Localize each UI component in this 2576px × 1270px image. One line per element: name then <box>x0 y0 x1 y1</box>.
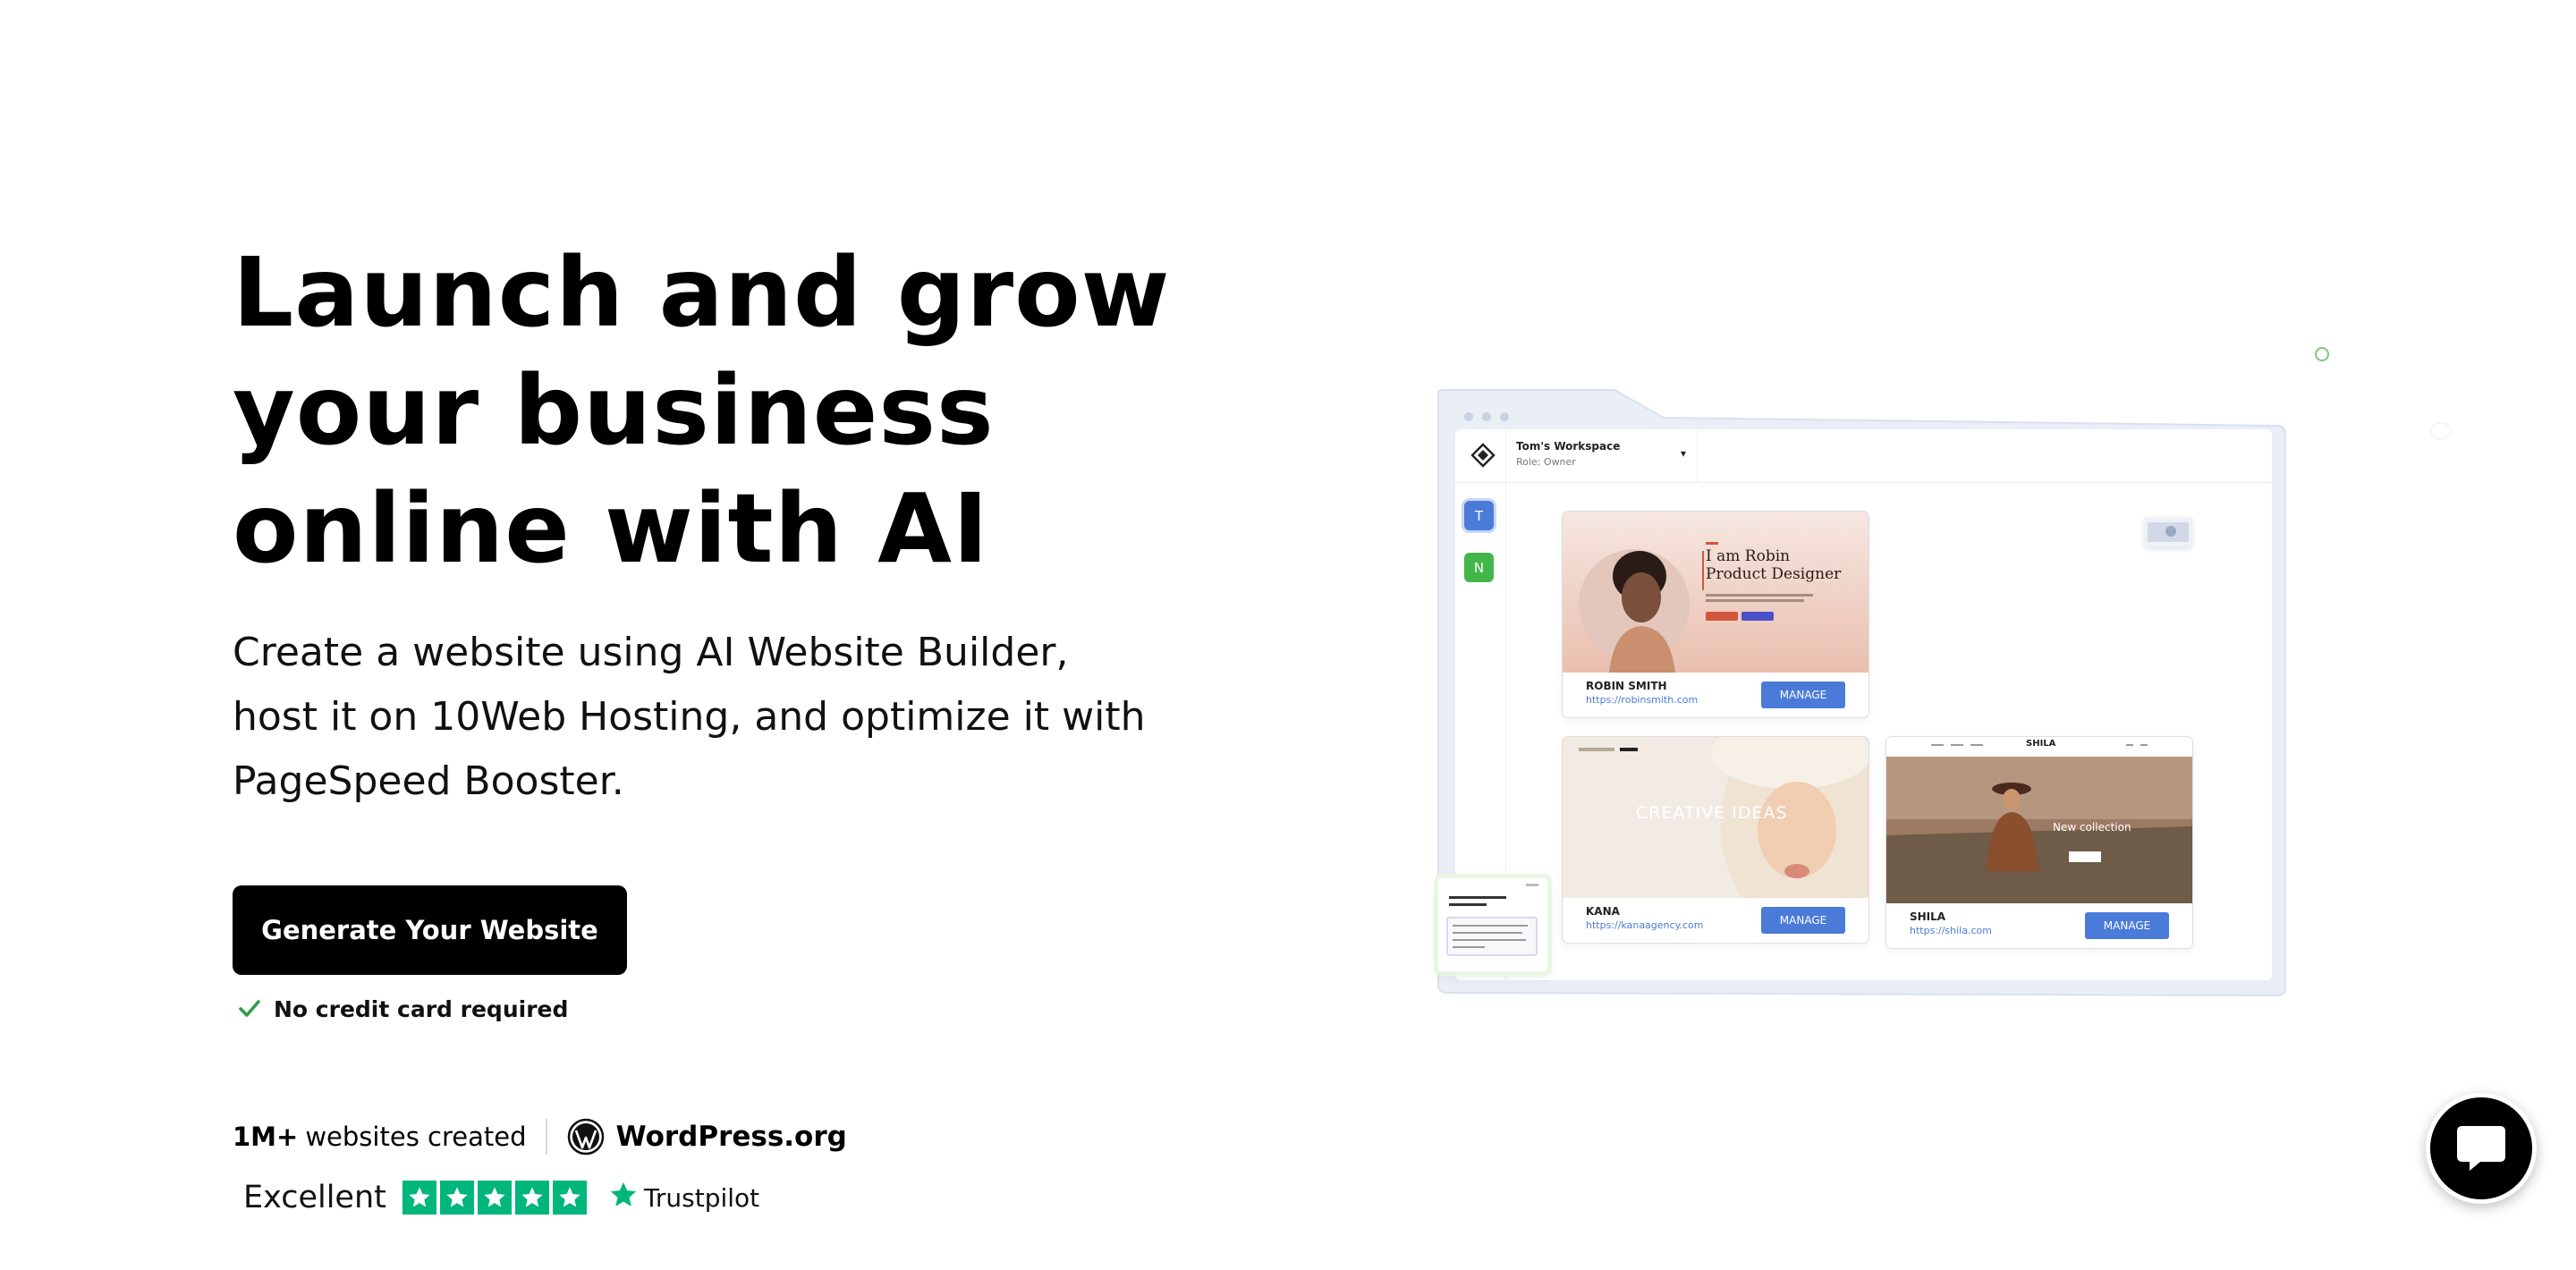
hero-title-line-1: Launch and grow <box>233 238 1171 349</box>
workspace-avatar-n[interactable]: N <box>1464 553 1494 582</box>
wordpress-icon <box>567 1118 605 1156</box>
site-info-shila: SHILA https://shila.com MANAGE <box>1886 903 2192 948</box>
site-name: SHILA <box>1910 910 1946 923</box>
websites-count-label: websites created <box>305 1122 527 1152</box>
robin-preview-line-1: I am Robin <box>1706 547 1791 565</box>
shila-preview-brand: SHILA <box>2026 739 2056 749</box>
hero-title-line-2: your business <box>233 356 995 467</box>
site-name: ROBIN SMITH <box>1586 680 1667 692</box>
tenweb-logo-icon <box>1470 442 1496 469</box>
dashboard-illustration: Tom's Workspace Role: Owner ▾ T N I am R… <box>1431 340 2308 1002</box>
manage-button[interactable]: MANAGE <box>1761 682 1845 708</box>
site-card-kana[interactable]: CREATIVE IDEAS KANA https://kanaagency.c… <box>1563 737 1868 943</box>
generate-website-button[interactable]: Generate Your Website <box>233 885 627 975</box>
site-card-shila[interactable]: SHILA New collection SHILA https://shila… <box>1886 737 2192 948</box>
websites-count: 1M+ <box>233 1122 299 1152</box>
wordpress-logo: WordPress.org <box>567 1118 847 1156</box>
trustpilot-star-icon <box>608 1180 639 1216</box>
site-url[interactable]: https://robinsmith.com <box>1586 694 1698 706</box>
robin-preview-line-2: Product Designer <box>1706 565 1842 583</box>
hero-subtitle-line-2: host it on 10Web Hosting, and optimize i… <box>233 694 1146 740</box>
chevron-down-icon[interactable]: ▾ <box>1681 447 1686 460</box>
site-name: KANA <box>1586 905 1620 918</box>
trustpilot-logo: Trustpilot <box>608 1180 759 1216</box>
workspace-role: Role: Owner <box>1516 456 1576 468</box>
site-preview-robin: I am Robin Product Designer <box>1563 512 1868 673</box>
workspace-avatar-t[interactable]: T <box>1464 501 1494 530</box>
hero-subtitle: Create a website using AI Website Builde… <box>233 621 1146 814</box>
decor-dot-icon <box>2315 347 2329 361</box>
stats-row: 1M+ websites created WordPress.org <box>233 1114 847 1159</box>
manage-button[interactable]: MANAGE <box>2085 912 2169 939</box>
shila-preview-text: New collection <box>2053 821 2131 834</box>
workspace-name: Tom's Workspace <box>1516 440 1621 453</box>
floating-thumbnail <box>2144 517 2192 547</box>
stats-divider <box>546 1119 548 1155</box>
chat-button[interactable] <box>2426 1093 2537 1204</box>
workspace-screen: Tom's Workspace Role: Owner ▾ T N I am R… <box>1455 429 2272 980</box>
trustpilot-brand: Trustpilot <box>643 1182 760 1213</box>
star-icon <box>439 1181 474 1215</box>
site-card-robin-smith[interactable]: I am Robin Product Designer ROBIN SMITH … <box>1563 512 1868 717</box>
star-icon <box>514 1181 549 1215</box>
hero-title-line-3: online with AI <box>233 474 989 585</box>
site-info-kana: KANA https://kanaagency.com MANAGE <box>1563 898 1868 943</box>
kana-preview-text: CREATIVE IDEAS <box>1636 803 1788 823</box>
chat-bubble-icon <box>2453 1119 2509 1179</box>
manage-button[interactable]: MANAGE <box>1761 907 1845 934</box>
site-preview-kana: CREATIVE IDEAS <box>1563 737 1868 898</box>
header-divider <box>1697 429 1698 483</box>
decor-dot-icon <box>2431 424 2451 438</box>
hero-title: Launch and grow your business online wit… <box>233 234 1171 588</box>
site-url[interactable]: https://shila.com <box>1910 925 1992 936</box>
star-icon <box>552 1181 587 1215</box>
workspace-header: Tom's Workspace Role: Owner ▾ <box>1455 429 2272 483</box>
star-icon <box>477 1181 512 1215</box>
ai-assistant-card <box>1438 878 1547 971</box>
trustpilot-rating: Excellent Trustpilot <box>243 1175 759 1220</box>
hero-subtitle-line-1: Create a website using AI Website Builde… <box>233 630 1069 675</box>
wordpress-label: WordPress.org <box>615 1121 847 1153</box>
site-info-robin: ROBIN SMITH https://robinsmith.com MANAG… <box>1563 673 1868 717</box>
hero-subtitle-line-3: PageSpeed Booster. <box>233 758 624 804</box>
star-icon <box>402 1181 436 1215</box>
trustpilot-stars <box>402 1181 587 1215</box>
check-icon <box>238 997 261 1020</box>
site-url[interactable]: https://kanaagency.com <box>1586 919 1704 931</box>
no-credit-card-note: No credit card required <box>238 993 568 1025</box>
trustpilot-rating-word: Excellent <box>243 1180 386 1215</box>
site-preview-shila: SHILA New collection <box>1886 737 2192 903</box>
no-credit-card-text: No credit card required <box>274 995 569 1022</box>
